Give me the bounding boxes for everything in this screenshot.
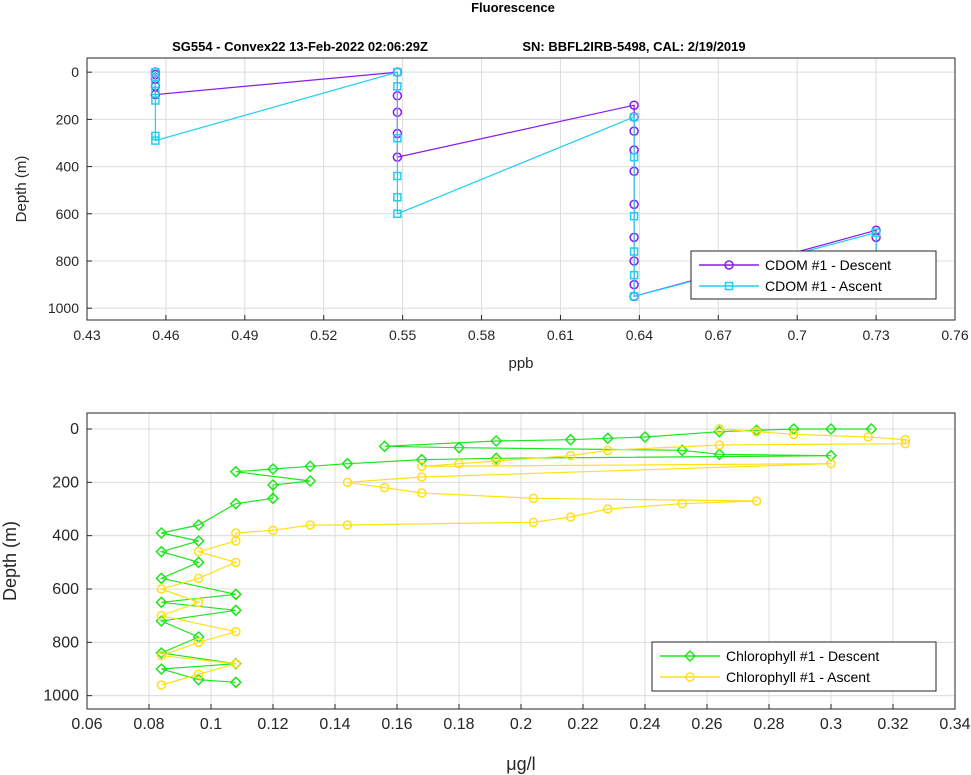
x-tick-label: 0.34: [939, 716, 970, 733]
cdom-axes: 0.43 0.46 0.49 0.52 0.55 0.58 0.61 0.64 0.67 0.7 0…: [13, 57, 969, 372]
x-tick-label: 0.2: [510, 716, 532, 733]
x-tick-label: 0.3: [820, 716, 842, 733]
figure-subtitle-right: SN: BBFL2IRB-5498, CAL: 2/19/2019: [522, 39, 745, 54]
y-tick-label: 600: [56, 206, 80, 222]
x-tick-label: 0.52: [310, 327, 337, 343]
legend-entry-label: Chlorophyll #1 - Descent: [726, 648, 879, 664]
y-tick-label: 1000: [43, 688, 79, 705]
x-axis-label: μg/l: [506, 754, 535, 774]
legend: Chlorophyll #1 - Descent Chlorophyll #1 -…: [651, 641, 937, 692]
figure-title: Fluorescence: [471, 0, 555, 15]
y-tick-label: 400: [52, 528, 79, 545]
x-tick-label: 0.26: [691, 716, 722, 733]
x-tick-label: 0.12: [257, 716, 288, 733]
legend: CDOM #1 - Descent CDOM #1 - Ascent: [690, 250, 937, 300]
y-axis-label: Depth (m): [13, 156, 30, 223]
legend-entry-label: Chlorophyll #1 - Ascent: [726, 669, 870, 685]
x-tick-label: 0.43: [73, 327, 100, 343]
x-tick-label: 0.08: [133, 716, 164, 733]
chlorophyll-axes: 0.06 0.08 0.1 0.12 0.14 0.16 0.18 0.2 0.22 0.24 0.…: [0, 412, 971, 774]
y-tick-label: 0: [71, 64, 79, 80]
x-tick-label: 0.64: [626, 327, 653, 343]
x-tick-label: 0.32: [877, 716, 908, 733]
y-tick-label: 800: [52, 634, 79, 651]
x-tick-label: 0.7: [787, 327, 807, 343]
y-tick-label: 200: [56, 111, 80, 127]
y-tick-label: 0: [70, 421, 79, 438]
x-tick-label: 0.16: [381, 716, 412, 733]
y-axis-label: Depth (m): [0, 521, 20, 601]
x-tick-label: 0.49: [231, 327, 258, 343]
figure: Fluorescence SG554 - Convex22 13-Feb-202…: [0, 0, 971, 774]
x-tick-label: 0.55: [389, 327, 416, 343]
y-tick-label: 200: [52, 474, 79, 491]
y-tick-label: 400: [56, 159, 80, 175]
x-tick-label: 0.18: [443, 716, 474, 733]
x-tick-label: 0.14: [319, 716, 350, 733]
x-axis-label: ppb: [508, 355, 533, 372]
x-tick-label: 0.22: [567, 716, 598, 733]
x-tick-label: 0.1: [200, 716, 222, 733]
figure-subtitle-left: SG554 - Convex22 13-Feb-2022 02:06:29Z: [172, 39, 428, 54]
x-tick-label: 0.58: [468, 327, 495, 343]
legend-entry-label: CDOM #1 - Descent: [765, 257, 891, 273]
x-tick-label: 0.06: [71, 716, 102, 733]
x-tick-label: 0.67: [705, 327, 732, 343]
x-tick-label: 0.73: [862, 327, 889, 343]
x-tick-label: 0.28: [753, 716, 784, 733]
x-tick-label: 0.76: [941, 327, 968, 343]
y-tick-label: 800: [56, 253, 80, 269]
y-tick-label: 600: [52, 581, 79, 598]
x-tick-label: 0.46: [152, 327, 179, 343]
x-tick-label: 0.24: [629, 716, 660, 733]
x-tick-label: 0.61: [547, 327, 574, 343]
y-tick-label: 1000: [48, 300, 79, 316]
legend-entry-label: CDOM #1 - Ascent: [765, 278, 882, 294]
